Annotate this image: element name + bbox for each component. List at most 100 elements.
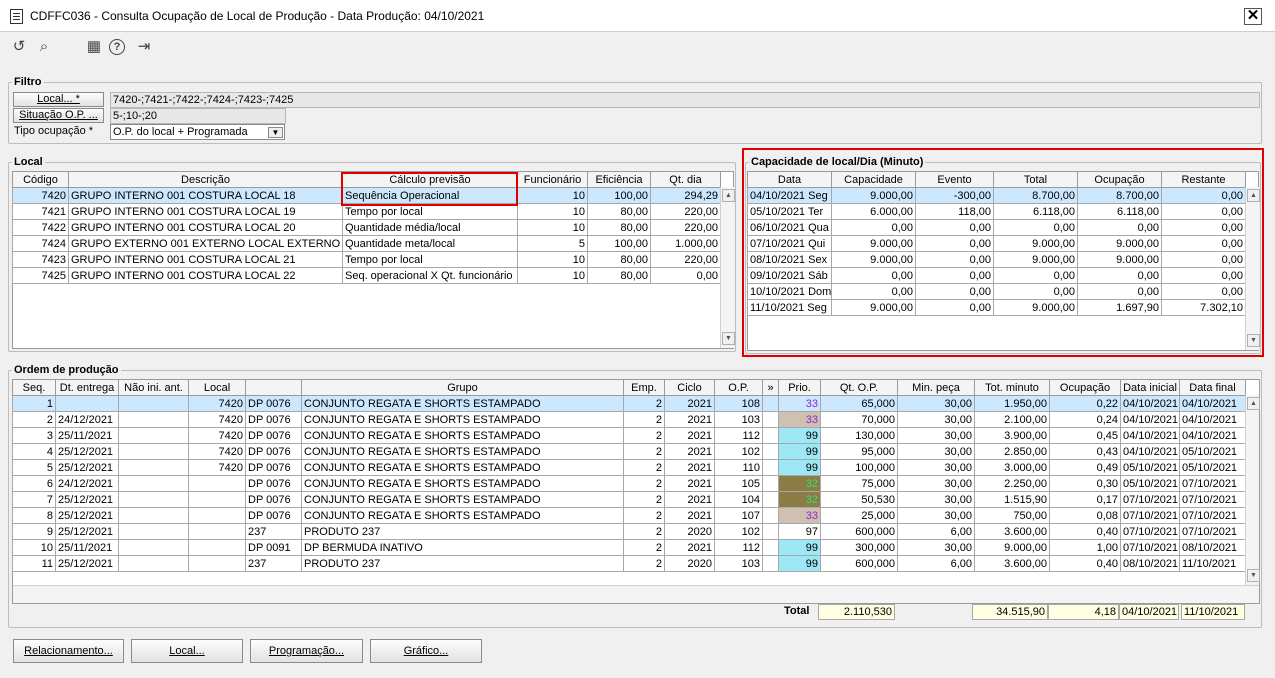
table-row[interactable]: 1 7420 DP 0076 CONJUNTO REGATA E SHORTS EST… [12,395,1246,412]
local-cell [188,507,246,524]
codigo-cell: 7425 [12,267,69,284]
eficiencia-cell: 100,00 [587,235,651,252]
ordem-vertical-scrollbar[interactable]: ▲ ▼ [1245,395,1260,585]
column-header[interactable]: Min. peça [897,379,975,396]
column-header[interactable]: Seq. [12,379,56,396]
local-vertical-scrollbar[interactable]: ▲ ▼ [720,187,735,348]
total-label: Total [784,605,810,617]
column-header[interactable]: Qt. dia [650,171,721,188]
funcionario-cell: 5 [517,235,588,252]
expand-cell [762,555,779,572]
table-row[interactable]: 9 25/12/2021 237 PRODUTO 237 2 2020 102 97 600,0… [12,523,1246,540]
chevron-down-icon[interactable]: ▼ [268,127,283,138]
table-row[interactable]: 7425 GRUPO INTERNO 001 COSTURA LOCAL 22 Se… [12,267,721,284]
ciclo-cell: 2021 [664,427,715,444]
exit-icon[interactable]: ⇥ [134,37,154,57]
calendar-icon[interactable]: ▦ [84,37,104,57]
eficiencia-cell: 80,00 [587,251,651,268]
table-row[interactable]: 10 25/11/2021 DP 0091 DP BERMUDA INATIVO 2 20… [12,539,1246,556]
local-cell [188,539,246,556]
ciclo-cell: 2021 [664,395,715,412]
prio-cell: 32 [778,491,821,508]
toolbar [0,33,1275,63]
tot-minuto-cell: 2.100,00 [974,411,1050,428]
column-header[interactable] [245,379,302,396]
emp-cell: 2 [623,555,665,572]
emp-cell: 2 [623,491,665,508]
table-row[interactable]: 7423 GRUPO INTERNO 001 COSTURA LOCAL 21 Te… [12,251,721,268]
data-inicial-cell: 04/10/2021 [1120,395,1180,412]
table-row[interactable]: 7424 GRUPO EXTERNO 001 EXTERNO LOCAL EXTE… [12,235,721,252]
table-row[interactable]: 7422 GRUPO INTERNO 001 COSTURA LOCAL 20 Qu… [12,219,721,236]
column-header[interactable]: Ocupação [1049,379,1121,396]
column-header[interactable]: Emp. [623,379,665,396]
scroll-up-icon[interactable]: ▲ [1247,397,1260,410]
data-inicial-cell: 04/10/2021 [1120,411,1180,428]
ciclo-cell: 2021 [664,539,715,556]
scroll-down-icon[interactable]: ▼ [1247,569,1260,582]
column-header[interactable]: Eficiência [587,171,651,188]
seq-cell: 9 [12,523,56,540]
table-row[interactable]: 4 25/12/2021 7420 DP 0076 CONJUNTO REGATA E … [12,443,1246,460]
refresh-icon[interactable]: ↺ [9,37,29,57]
column-header[interactable]: Não ini. ant. [118,379,189,396]
table-row[interactable]: 6 24/12/2021 DP 0076 CONJUNTO REGATA E SHOR… [12,475,1246,492]
column-header[interactable]: Dt. entrega [55,379,119,396]
column-header[interactable]: Tot. minuto [974,379,1050,396]
total-data-inicial: 04/10/2021 [1119,604,1179,620]
min-peca-cell: 30,00 [897,427,975,444]
tipo-ocupacao-value: O.P. do local + Programada [113,126,248,138]
local-cell: 7420 [188,443,246,460]
table-row[interactable]: 8 25/12/2021 DP 0076 CONJUNTO REGATA E SHOR… [12,507,1246,524]
tipo-ocupacao-select[interactable]: O.P. do local + Programada ▼ [110,124,285,140]
table-row[interactable]: 2 24/12/2021 7420 DP 0076 CONJUNTO REGATA E … [12,411,1246,428]
column-header[interactable]: Grupo [301,379,624,396]
situacao-op-button[interactable]: Situação O.P. ... [13,108,104,123]
column-header[interactable]: O.P. [714,379,763,396]
grafico-button[interactable]: Gráfico... [370,639,482,663]
table-row[interactable]: 11 25/12/2021 237 PRODUTO 237 2 2020 103 99 600,… [12,555,1246,572]
table-row[interactable]: 3 25/11/2021 7420 DP 0076 CONJUNTO REGATA E … [12,427,1246,444]
funcionario-cell: 10 [517,267,588,284]
column-header[interactable]: » [762,379,779,396]
codigo-cell: 7423 [12,251,69,268]
app-icon [10,9,23,24]
column-header[interactable]: Local [188,379,246,396]
total-ocupacao: 4,18 [1048,604,1119,620]
column-header[interactable]: Data final [1179,379,1246,396]
column-header[interactable]: Descrição [68,171,343,188]
help-icon[interactable]: ? [109,39,125,55]
column-header[interactable]: Ciclo [664,379,715,396]
column-header[interactable]: Funcionário [517,171,588,188]
grupo-cell: CONJUNTO REGATA E SHORTS ESTAMPADO [301,459,624,476]
scroll-up-icon[interactable]: ▲ [722,189,735,202]
search-icon[interactable]: ⌕ [34,37,54,57]
close-button[interactable]: ✕ [1244,8,1262,25]
relacionamento-button[interactable]: Relacionamento... [13,639,124,663]
seq-cell: 1 [12,395,56,412]
seq-cell: 5 [12,459,56,476]
local-cell [188,491,246,508]
produto-cell: DP 0076 [245,427,302,444]
emp-cell: 2 [623,395,665,412]
column-header[interactable]: Data inicial [1120,379,1180,396]
qt-op-cell: 50,530 [820,491,898,508]
descricao-cell: GRUPO INTERNO 001 COSTURA LOCAL 18 [68,187,343,204]
expand-cell [762,411,779,428]
programacao-button[interactable]: Programação... [250,639,363,663]
scroll-down-icon[interactable]: ▼ [722,332,735,345]
table-row[interactable]: 5 25/12/2021 7420 DP 0076 CONJUNTO REGATA E … [12,459,1246,476]
codigo-cell: 7420 [12,187,69,204]
local-button[interactable]: Local... [131,639,243,663]
local-filter-button[interactable]: Local... * [13,92,104,107]
column-header[interactable]: Código [12,171,69,188]
column-header[interactable]: Qt. O.P. [820,379,898,396]
table-row[interactable]: 7 25/12/2021 DP 0076 CONJUNTO REGATA E SHOR… [12,491,1246,508]
column-header[interactable]: Prio. [778,379,821,396]
nao-ini-ant-cell [118,523,189,540]
ordem-horizontal-scrollbar[interactable] [13,585,1259,603]
descricao-cell: GRUPO INTERNO 001 COSTURA LOCAL 22 [68,267,343,284]
local-filter-value: 7420-;7421-;7422-;7424-;7423-;7425 [110,92,1260,108]
op-cell: 112 [714,427,763,444]
data-final-cell: 04/10/2021 [1179,395,1246,412]
